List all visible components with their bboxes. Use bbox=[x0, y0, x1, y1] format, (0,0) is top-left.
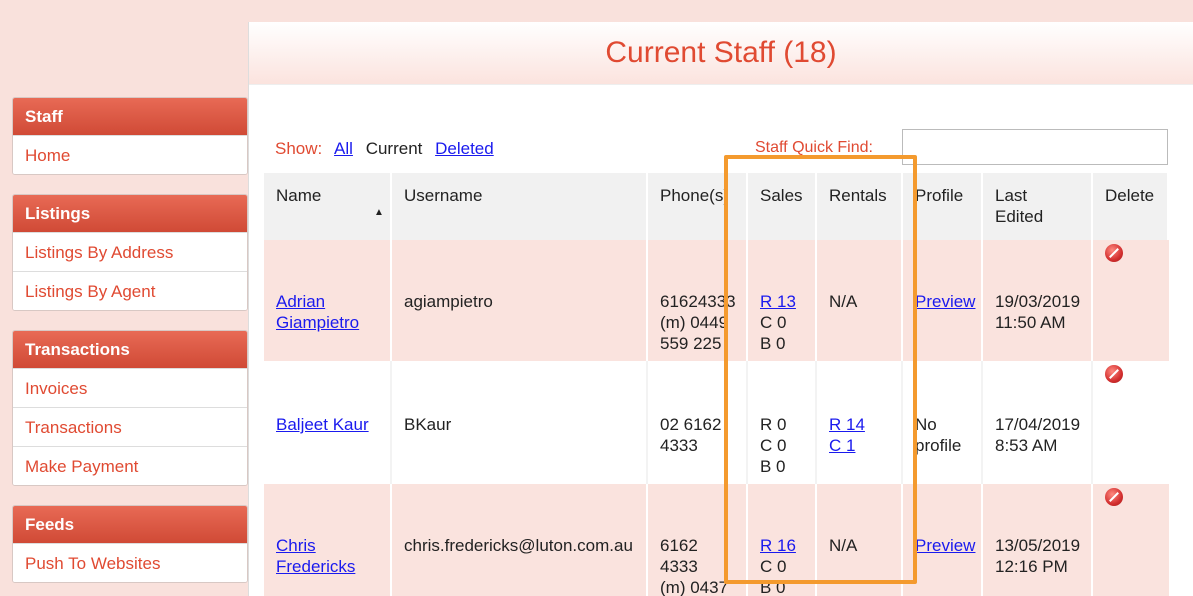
staff-table: Name ▲ Username Phone(s) Sales Rentals Pr… bbox=[264, 173, 1169, 596]
rentals-cell: R 14 C 1 bbox=[817, 361, 903, 484]
sidebar-header-feeds[interactable]: Feeds bbox=[13, 506, 247, 543]
page-title: Current Staff (18) bbox=[605, 36, 837, 69]
show-label: Show: bbox=[275, 139, 323, 158]
delete-icon[interactable] bbox=[1105, 365, 1123, 383]
sidebar-header-listings[interactable]: Listings bbox=[13, 195, 247, 232]
sidebar-item-invoices[interactable]: Invoices bbox=[13, 368, 247, 407]
username-cell: agiampietro bbox=[392, 240, 648, 361]
col-header-profile[interactable]: Profile bbox=[903, 173, 983, 240]
table-row: Baljeet Kaur BKaur 02 6162 4333 R 0C 0B 0… bbox=[264, 361, 1169, 484]
profile-cell: Preview bbox=[903, 240, 983, 361]
sidebar-group-staff: Staff Home bbox=[12, 97, 248, 175]
phone-cell: 6162 4333 (m) 0437 bbox=[648, 484, 748, 596]
sales-residential-link[interactable]: R 16 bbox=[760, 536, 796, 555]
username-cell: chris.fredericks@luton.com.au bbox=[392, 484, 648, 596]
filter-current: Current bbox=[365, 139, 423, 158]
username-cell: BKaur bbox=[392, 361, 648, 484]
filter-deleted-link[interactable]: Deleted bbox=[435, 139, 494, 158]
sidebar-group-listings: Listings Listings By Address Listings By… bbox=[12, 194, 248, 311]
staff-quickfind-input[interactable] bbox=[902, 129, 1168, 165]
col-header-sales[interactable]: Sales bbox=[748, 173, 817, 240]
profile-preview-link[interactable]: Preview bbox=[915, 292, 975, 311]
last-edited-cell: 17/04/2019 8:53 AM bbox=[983, 361, 1093, 484]
sort-ascending-icon[interactable]: ▲ bbox=[374, 202, 384, 223]
sales-residential-link[interactable]: R 13 bbox=[760, 292, 796, 311]
rentals-residential-link[interactable]: R 14 bbox=[829, 415, 865, 434]
last-edited-cell: 13/05/2019 12:16 PM bbox=[983, 484, 1093, 596]
sidebar-item-listings-by-agent[interactable]: Listings By Agent bbox=[13, 271, 247, 310]
staff-name-link[interactable]: Baljeet Kaur bbox=[276, 415, 369, 434]
show-filters: Show: All Current Deleted bbox=[275, 139, 502, 159]
sidebar-header-staff[interactable]: Staff bbox=[13, 98, 247, 135]
rentals-commercial-link[interactable]: C 1 bbox=[829, 436, 855, 455]
profile-cell: Preview bbox=[903, 484, 983, 596]
staff-name-link[interactable]: Chris Fredericks bbox=[276, 535, 378, 577]
sales-cell: R 0C 0B 0 bbox=[748, 361, 817, 484]
sales-cell: R 16 C 0B 0 bbox=[748, 484, 817, 596]
table-row: Chris Fredericks chris.fredericks@luton.c… bbox=[264, 484, 1169, 596]
col-header-username[interactable]: Username bbox=[392, 173, 648, 240]
col-header-phone[interactable]: Phone(s) bbox=[648, 173, 748, 240]
table-row: Adrian Giampietro agiampietro 61624333 (m)… bbox=[264, 240, 1169, 361]
sales-cell: R 13 C 0B 0 bbox=[748, 240, 817, 361]
delete-cell bbox=[1093, 484, 1169, 596]
sidebar-group-transactions: Transactions Invoices Transactions Make … bbox=[12, 330, 248, 486]
title-bar: Current Staff (18) bbox=[249, 22, 1193, 85]
phone-cell: 02 6162 4333 bbox=[648, 361, 748, 484]
sidebar-header-transactions[interactable]: Transactions bbox=[13, 331, 247, 368]
staff-name-cell: Baljeet Kaur bbox=[264, 361, 392, 484]
main-panel: Current Staff (18) Show: All Current Del… bbox=[248, 22, 1193, 596]
quickfind-label: Staff Quick Find: bbox=[755, 139, 873, 156]
sidebar-item-make-payment[interactable]: Make Payment bbox=[13, 446, 247, 485]
sidebar-item-push-to-websites[interactable]: Push To Websites bbox=[13, 543, 247, 582]
rentals-cell: N/A bbox=[817, 240, 903, 361]
sidebar-item-listings-by-address[interactable]: Listings By Address bbox=[13, 232, 247, 271]
profile-cell: No profile bbox=[903, 361, 983, 484]
staff-name-cell: Chris Fredericks bbox=[264, 484, 392, 596]
col-header-rentals[interactable]: Rentals bbox=[817, 173, 903, 240]
filter-all-link[interactable]: All bbox=[334, 139, 353, 158]
delete-cell bbox=[1093, 240, 1169, 361]
sidebar-item-transactions[interactable]: Transactions bbox=[13, 407, 247, 446]
col-header-name[interactable]: Name ▲ bbox=[264, 173, 392, 240]
sidebar: Staff Home Listings Listings By Address … bbox=[12, 97, 248, 596]
delete-icon[interactable] bbox=[1105, 488, 1123, 506]
profile-preview-link[interactable]: Preview bbox=[915, 536, 975, 555]
last-edited-cell: 19/03/2019 11:50 AM bbox=[983, 240, 1093, 361]
rentals-cell: N/A bbox=[817, 484, 903, 596]
sidebar-group-feeds: Feeds Push To Websites bbox=[12, 505, 248, 583]
sidebar-item-home[interactable]: Home bbox=[13, 135, 247, 174]
col-header-delete: Delete bbox=[1093, 173, 1169, 240]
delete-icon[interactable] bbox=[1105, 244, 1123, 262]
phone-cell: 61624333 (m) 0449 559 225 bbox=[648, 240, 748, 361]
table-header-row: Name ▲ Username Phone(s) Sales Rentals Pr… bbox=[264, 173, 1169, 240]
staff-name-link[interactable]: Adrian Giampietro bbox=[276, 291, 378, 333]
delete-cell bbox=[1093, 361, 1169, 484]
staff-name-cell: Adrian Giampietro bbox=[264, 240, 392, 361]
col-header-last-edited[interactable]: Last Edited bbox=[983, 173, 1093, 240]
